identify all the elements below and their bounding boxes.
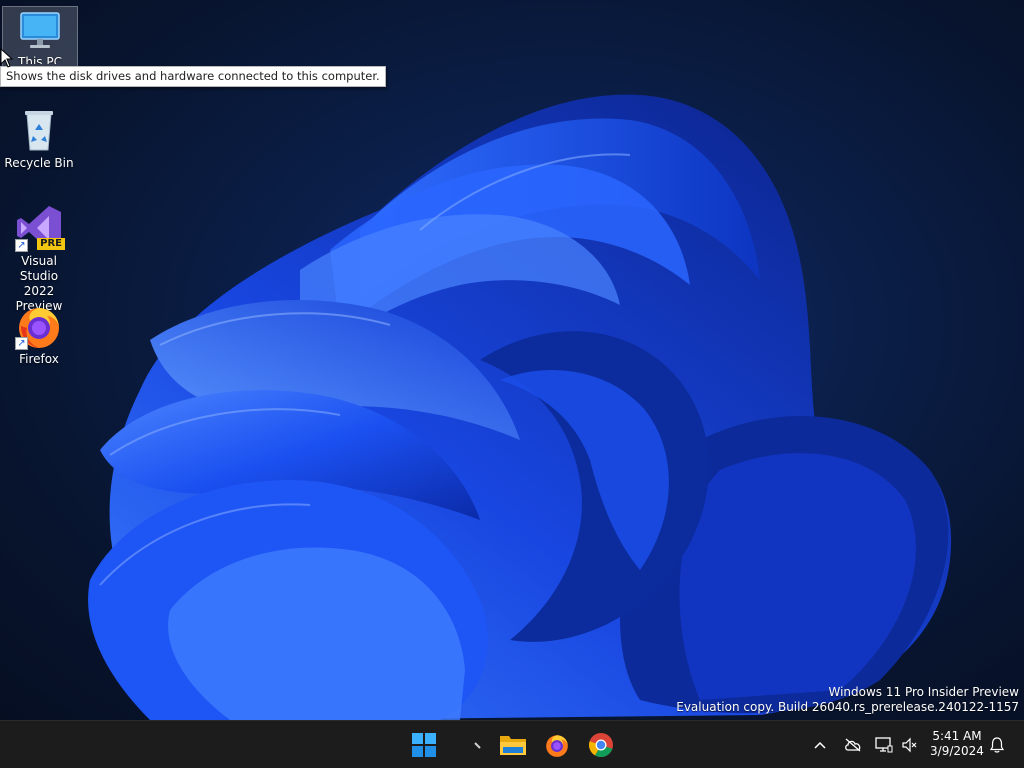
watermark-build: Evaluation copy. Build 26040.rs_prerelea… — [676, 700, 1019, 714]
taskbar-clock[interactable]: 5:41 AM 3/9/2024 — [922, 729, 992, 759]
wallpaper-bloom — [88, 94, 952, 720]
taskbar: 5:41 AM 3/9/2024 — [0, 720, 1024, 768]
chrome-icon — [589, 733, 613, 757]
pre-badge: PRE — [37, 238, 65, 250]
watermark-edition: Windows 11 Pro Insider Preview — [828, 685, 1019, 699]
firefox-icon — [546, 735, 568, 757]
tray-volume[interactable] — [898, 721, 920, 769]
desktop-icon-label: Firefox — [19, 352, 59, 366]
desktop-icon-label: This PC — [18, 55, 62, 64]
taskbar-file-explorer[interactable] — [496, 728, 530, 762]
shortcut-arrow-icon: ↗ — [15, 337, 28, 350]
start-button[interactable] — [407, 728, 441, 762]
tray-onedrive[interactable] — [840, 721, 866, 769]
desktop-icon-visual-studio[interactable]: PRE ↗ Visual Studio 2022 Preview — [2, 204, 76, 314]
visual-studio-icon: PRE ↗ — [15, 204, 65, 252]
firefox-icon: ↗ — [15, 302, 63, 350]
search-icon — [474, 742, 481, 749]
recycle-bin-icon — [15, 106, 63, 154]
shortcut-arrow-icon: ↗ — [15, 239, 28, 252]
desktop[interactable]: This PC Recycle Bin PRE ↗ Visual Studio … — [0, 0, 1024, 720]
desktop-icon-recycle-bin[interactable]: Recycle Bin — [2, 106, 76, 171]
network-icon — [875, 737, 893, 753]
tray-network[interactable] — [872, 721, 896, 769]
desktop-icon-firefox[interactable]: ↗ Firefox — [2, 302, 76, 367]
notification-bell-icon — [990, 737, 1004, 753]
clock-time: 5:41 AM — [932, 729, 982, 743]
chevron-up-icon — [814, 741, 826, 749]
search-button[interactable] — [460, 728, 494, 762]
clock-date: 3/9/2024 — [930, 744, 984, 758]
volume-muted-icon — [902, 737, 917, 753]
monitor-icon — [16, 7, 64, 55]
cloud-offline-icon — [845, 738, 861, 752]
desktop-icon-label: Recycle Bin — [4, 156, 74, 170]
start-icon — [412, 733, 436, 757]
file-explorer-icon — [500, 736, 526, 755]
notification-center-button[interactable] — [986, 721, 1008, 769]
taskbar-chrome[interactable] — [584, 728, 618, 762]
taskbar-firefox[interactable] — [540, 728, 574, 762]
tooltip: Shows the disk drives and hardware conne… — [0, 66, 386, 87]
tray-overflow-button[interactable] — [808, 721, 832, 769]
evaluation-watermark: Windows 11 Pro Insider Preview Evaluatio… — [676, 685, 1019, 715]
mouse-cursor-icon — [0, 48, 14, 68]
